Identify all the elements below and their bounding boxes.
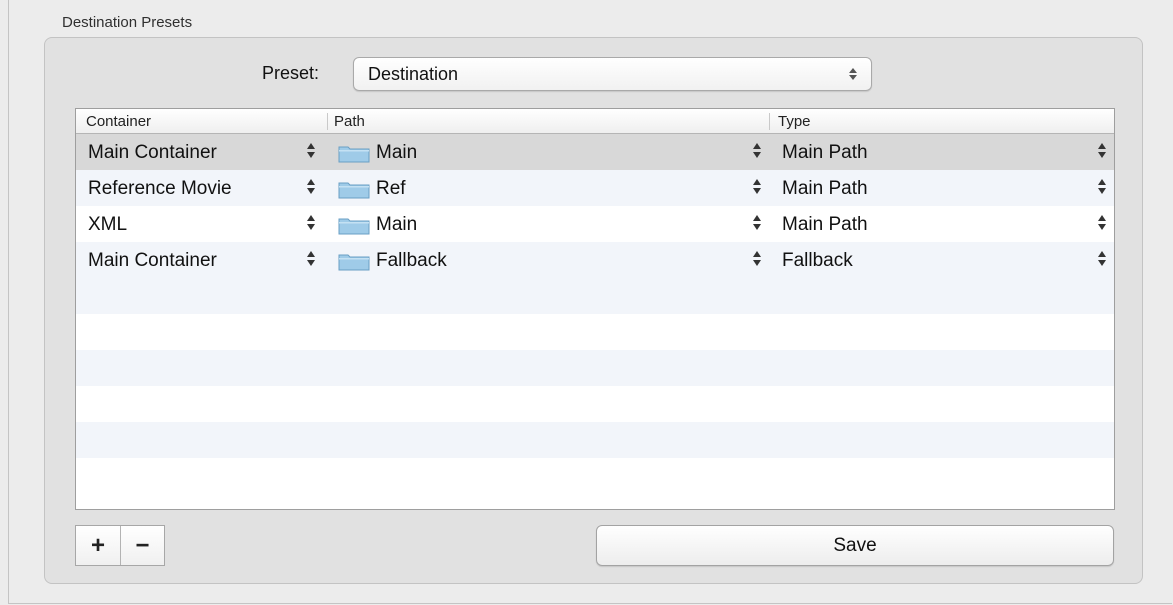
table-row[interactable]: Reference Movie Ref Main Path (76, 170, 1114, 206)
remove-row-button[interactable]: − (119, 526, 164, 565)
empty-row (76, 314, 1114, 350)
path-cell[interactable]: Main (376, 142, 417, 164)
up-down-stepper-icon[interactable] (305, 249, 317, 267)
container-cell[interactable]: Reference Movie (88, 178, 232, 200)
add-row-button[interactable]: + (76, 526, 120, 565)
column-header-type[interactable]: Type (778, 113, 811, 130)
folder-icon (338, 254, 370, 271)
empty-row (76, 422, 1114, 458)
preset-label: Preset: (262, 63, 320, 83)
folder-icon (338, 218, 370, 235)
column-header-path[interactable]: Path (334, 113, 365, 130)
up-down-stepper-icon[interactable] (305, 177, 317, 195)
up-down-stepper-icon[interactable] (1096, 213, 1108, 231)
table-row[interactable]: Main Container Main Main Path (76, 134, 1114, 170)
empty-row (76, 386, 1114, 422)
save-button[interactable]: Save (596, 525, 1114, 566)
type-cell[interactable]: Main Path (782, 178, 868, 200)
table-row[interactable]: Main Container Fallback Fallback (76, 242, 1114, 278)
path-cell[interactable]: Fallback (376, 250, 447, 272)
destinations-table[interactable]: Container Path Type Main Container Main … (75, 108, 1115, 510)
up-down-stepper-icon[interactable] (1096, 141, 1108, 159)
empty-row (76, 350, 1114, 386)
empty-row (76, 278, 1114, 314)
table-row[interactable]: XML Main Main Path (76, 206, 1114, 242)
preset-select[interactable]: Destination (353, 57, 872, 91)
up-down-stepper-icon[interactable] (751, 213, 763, 231)
up-down-stepper-icon[interactable] (305, 213, 317, 231)
up-down-stepper-icon[interactable] (751, 141, 763, 159)
section-title: Destination Presets (62, 14, 193, 31)
table-header: Container Path Type (76, 109, 1114, 134)
up-down-stepper-icon[interactable] (1096, 249, 1108, 267)
empty-row (76, 458, 1114, 494)
add-remove-segmented-control: + − (75, 525, 165, 566)
up-down-stepper-icon[interactable] (1096, 177, 1108, 195)
type-cell[interactable]: Main Path (782, 214, 868, 236)
up-down-stepper-icon[interactable] (751, 249, 763, 267)
up-down-stepper-icon[interactable] (751, 177, 763, 195)
type-cell[interactable]: Main Path (782, 142, 868, 164)
type-cell[interactable]: Fallback (782, 250, 853, 272)
path-cell[interactable]: Main (376, 214, 417, 236)
column-header-container[interactable]: Container (86, 113, 151, 130)
container-cell[interactable]: XML (88, 214, 127, 236)
up-down-stepper-icon (847, 65, 859, 83)
container-cell[interactable]: Main Container (88, 142, 217, 164)
folder-icon (338, 146, 370, 163)
preset-select-value: Destination (368, 64, 459, 84)
up-down-stepper-icon[interactable] (305, 141, 317, 159)
path-cell[interactable]: Ref (376, 178, 406, 200)
column-divider[interactable] (769, 113, 770, 130)
column-divider[interactable] (327, 113, 328, 130)
folder-icon (338, 182, 370, 199)
container-cell[interactable]: Main Container (88, 250, 217, 272)
